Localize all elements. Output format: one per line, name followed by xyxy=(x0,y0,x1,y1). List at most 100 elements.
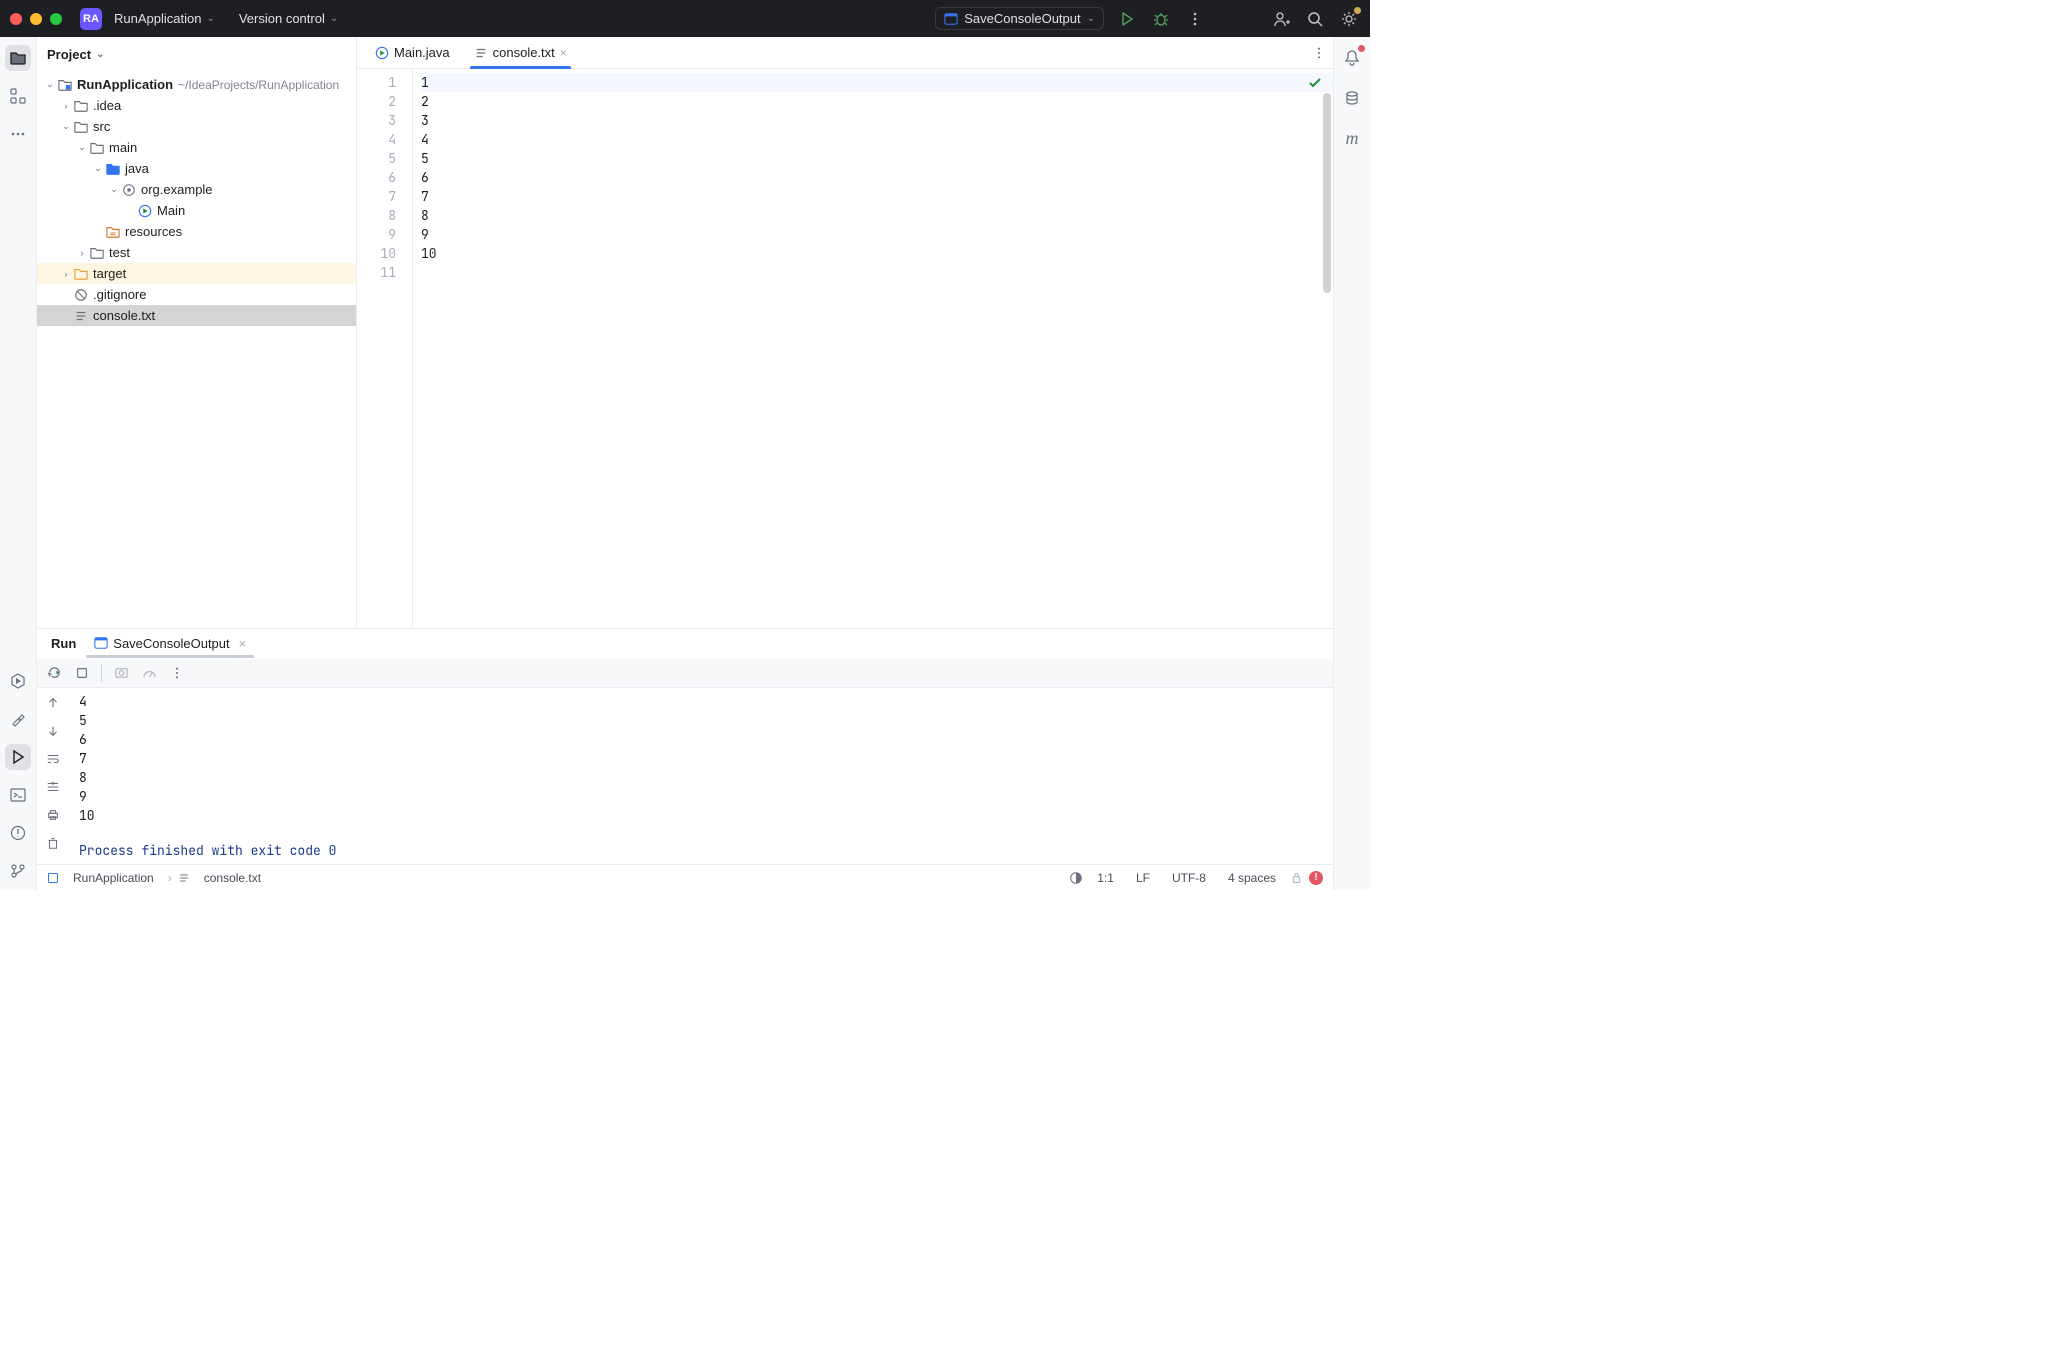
line-number: 7 xyxy=(357,187,396,206)
indent-setting[interactable]: 4 spaces xyxy=(1220,871,1284,885)
settings-button[interactable] xyxy=(1338,8,1360,30)
search-button[interactable] xyxy=(1304,8,1326,30)
scroll-down-button[interactable] xyxy=(44,722,62,740)
bell-icon xyxy=(1343,49,1361,67)
run-config-tab-label: SaveConsoleOutput xyxy=(113,636,229,651)
more-actions-button[interactable] xyxy=(1184,8,1206,30)
debug-button[interactable] xyxy=(1150,8,1172,30)
scroll-up-button[interactable] xyxy=(44,694,62,712)
git-tool-button[interactable] xyxy=(5,858,31,884)
maven-tool-button[interactable]: m xyxy=(1339,125,1365,151)
folder-icon xyxy=(89,141,105,155)
clear-button[interactable] xyxy=(44,834,62,852)
chevron-down-icon: ⌄ xyxy=(59,121,73,132)
database-tool-button[interactable] xyxy=(1339,85,1365,111)
code-line: 5 xyxy=(421,149,1333,168)
scroll-to-end-button[interactable] xyxy=(44,778,62,796)
notifications-button[interactable] xyxy=(1339,45,1365,71)
tree-node-label: console.txt xyxy=(93,308,155,323)
maximize-window-button[interactable] xyxy=(50,13,62,25)
tree-node-java[interactable]: ⌄ java xyxy=(37,158,356,179)
ignore-file-icon xyxy=(73,288,89,302)
file-encoding[interactable]: UTF-8 xyxy=(1164,871,1214,885)
code-line: 7 xyxy=(421,187,1333,206)
tree-node-gitignore[interactable]: .gitignore xyxy=(37,284,356,305)
run-tab-title[interactable]: Run xyxy=(45,636,82,651)
code-line: 6 xyxy=(421,168,1333,187)
editor-tabs-menu[interactable] xyxy=(1305,37,1333,68)
more-tools-button[interactable] xyxy=(5,121,31,147)
text-file-icon xyxy=(178,872,190,884)
close-tab-button[interactable]: × xyxy=(560,46,567,60)
close-window-button[interactable] xyxy=(10,13,22,25)
run-config-tab[interactable]: SaveConsoleOutput × xyxy=(86,632,254,655)
breadcrumb-item[interactable]: console.txt xyxy=(196,871,269,885)
project-panel: Project ⌄ ⌄ RunApplication ~/IdeaProject… xyxy=(37,37,357,628)
editor-tab-main-java[interactable]: Main.java xyxy=(363,37,462,68)
chevron-down-icon: ⌄ xyxy=(91,163,105,174)
line-number: 11 xyxy=(357,263,396,282)
soft-wrap-button[interactable] xyxy=(44,750,62,768)
services-tool-button[interactable] xyxy=(5,668,31,694)
bug-icon xyxy=(1153,11,1169,27)
problems-tool-button[interactable] xyxy=(5,820,31,846)
tree-node-idea[interactable]: › .idea xyxy=(37,95,356,116)
cursor-position[interactable]: 1:1 xyxy=(1089,871,1122,885)
code-line: 1 xyxy=(421,73,1333,92)
inspection-ok-icon[interactable] xyxy=(1307,75,1323,91)
code-line: 2 xyxy=(421,92,1333,111)
project-panel-header[interactable]: Project ⌄ xyxy=(37,37,356,72)
structure-tool-button[interactable] xyxy=(5,83,31,109)
close-tab-button[interactable]: × xyxy=(239,636,247,651)
toolbar-more-button[interactable] xyxy=(168,664,186,682)
contrast-icon[interactable] xyxy=(1069,871,1083,885)
tree-node-main-class[interactable]: Main xyxy=(37,200,356,221)
tree-node-console-txt[interactable]: console.txt xyxy=(37,305,356,326)
screenshot-button[interactable] xyxy=(112,664,130,682)
project-tool-button[interactable] xyxy=(5,45,31,71)
source-folder-icon xyxy=(105,162,121,176)
breadcrumb-item[interactable]: RunApplication xyxy=(65,871,162,885)
code-with-me-button[interactable] xyxy=(1270,8,1292,30)
dots-horizontal-icon xyxy=(10,126,26,142)
tree-node-package[interactable]: ⌄ org.example xyxy=(37,179,356,200)
profiler-button[interactable] xyxy=(140,664,158,682)
code-line: 10 xyxy=(421,244,1333,263)
line-separator[interactable]: LF xyxy=(1128,871,1158,885)
error-indicator[interactable]: ! xyxy=(1309,871,1323,885)
tree-node-main[interactable]: ⌄ main xyxy=(37,137,356,158)
readonly-icon[interactable] xyxy=(1290,871,1303,884)
console-line: 9 xyxy=(79,787,1323,806)
code-area[interactable]: 1 2 3 4 5 6 7 8 9 10 xyxy=(413,69,1333,628)
run-tool-button[interactable] xyxy=(5,744,31,770)
tree-node-src[interactable]: ⌄ src xyxy=(37,116,356,137)
console-rail xyxy=(37,688,69,864)
build-tool-button[interactable] xyxy=(5,706,31,732)
run-tabs: Run SaveConsoleOutput × xyxy=(37,629,1333,659)
print-button[interactable] xyxy=(44,806,62,824)
editor-body[interactable]: 1 2 3 4 5 6 7 8 9 10 11 1 2 xyxy=(357,69,1333,628)
titlebar-right: SaveConsoleOutput ⌄ xyxy=(935,7,1360,30)
tree-root[interactable]: ⌄ RunApplication ~/IdeaProjects/RunAppli… xyxy=(37,74,356,95)
run-config-selector[interactable]: SaveConsoleOutput ⌄ xyxy=(935,7,1104,30)
text-file-icon xyxy=(73,309,89,323)
hammer-icon xyxy=(10,711,26,727)
project-dropdown[interactable]: RunApplication ⌄ xyxy=(108,7,221,30)
terminal-tool-button[interactable] xyxy=(5,782,31,808)
run-button[interactable] xyxy=(1116,8,1138,30)
console-output[interactable]: 4 5 6 7 8 9 10 Process finished with exi… xyxy=(69,688,1333,864)
tree-node-test[interactable]: › test xyxy=(37,242,356,263)
vcs-dropdown[interactable]: Version control ⌄ xyxy=(233,7,344,30)
tree-node-target[interactable]: › target xyxy=(37,263,356,284)
class-runnable-icon xyxy=(375,46,389,60)
dots-vertical-icon xyxy=(1312,46,1326,60)
minimize-window-button[interactable] xyxy=(30,13,42,25)
run-toolbar xyxy=(37,659,1333,689)
scrollbar[interactable] xyxy=(1323,93,1331,293)
chevron-down-icon: ⌄ xyxy=(1087,13,1095,24)
rerun-button[interactable] xyxy=(45,664,63,682)
stop-button[interactable] xyxy=(73,664,91,682)
editor-tab-console-txt[interactable]: console.txt × xyxy=(462,37,579,68)
tree-node-resources[interactable]: resources xyxy=(37,221,356,242)
exit-message: Process finished with exit code 0 xyxy=(79,841,1323,860)
